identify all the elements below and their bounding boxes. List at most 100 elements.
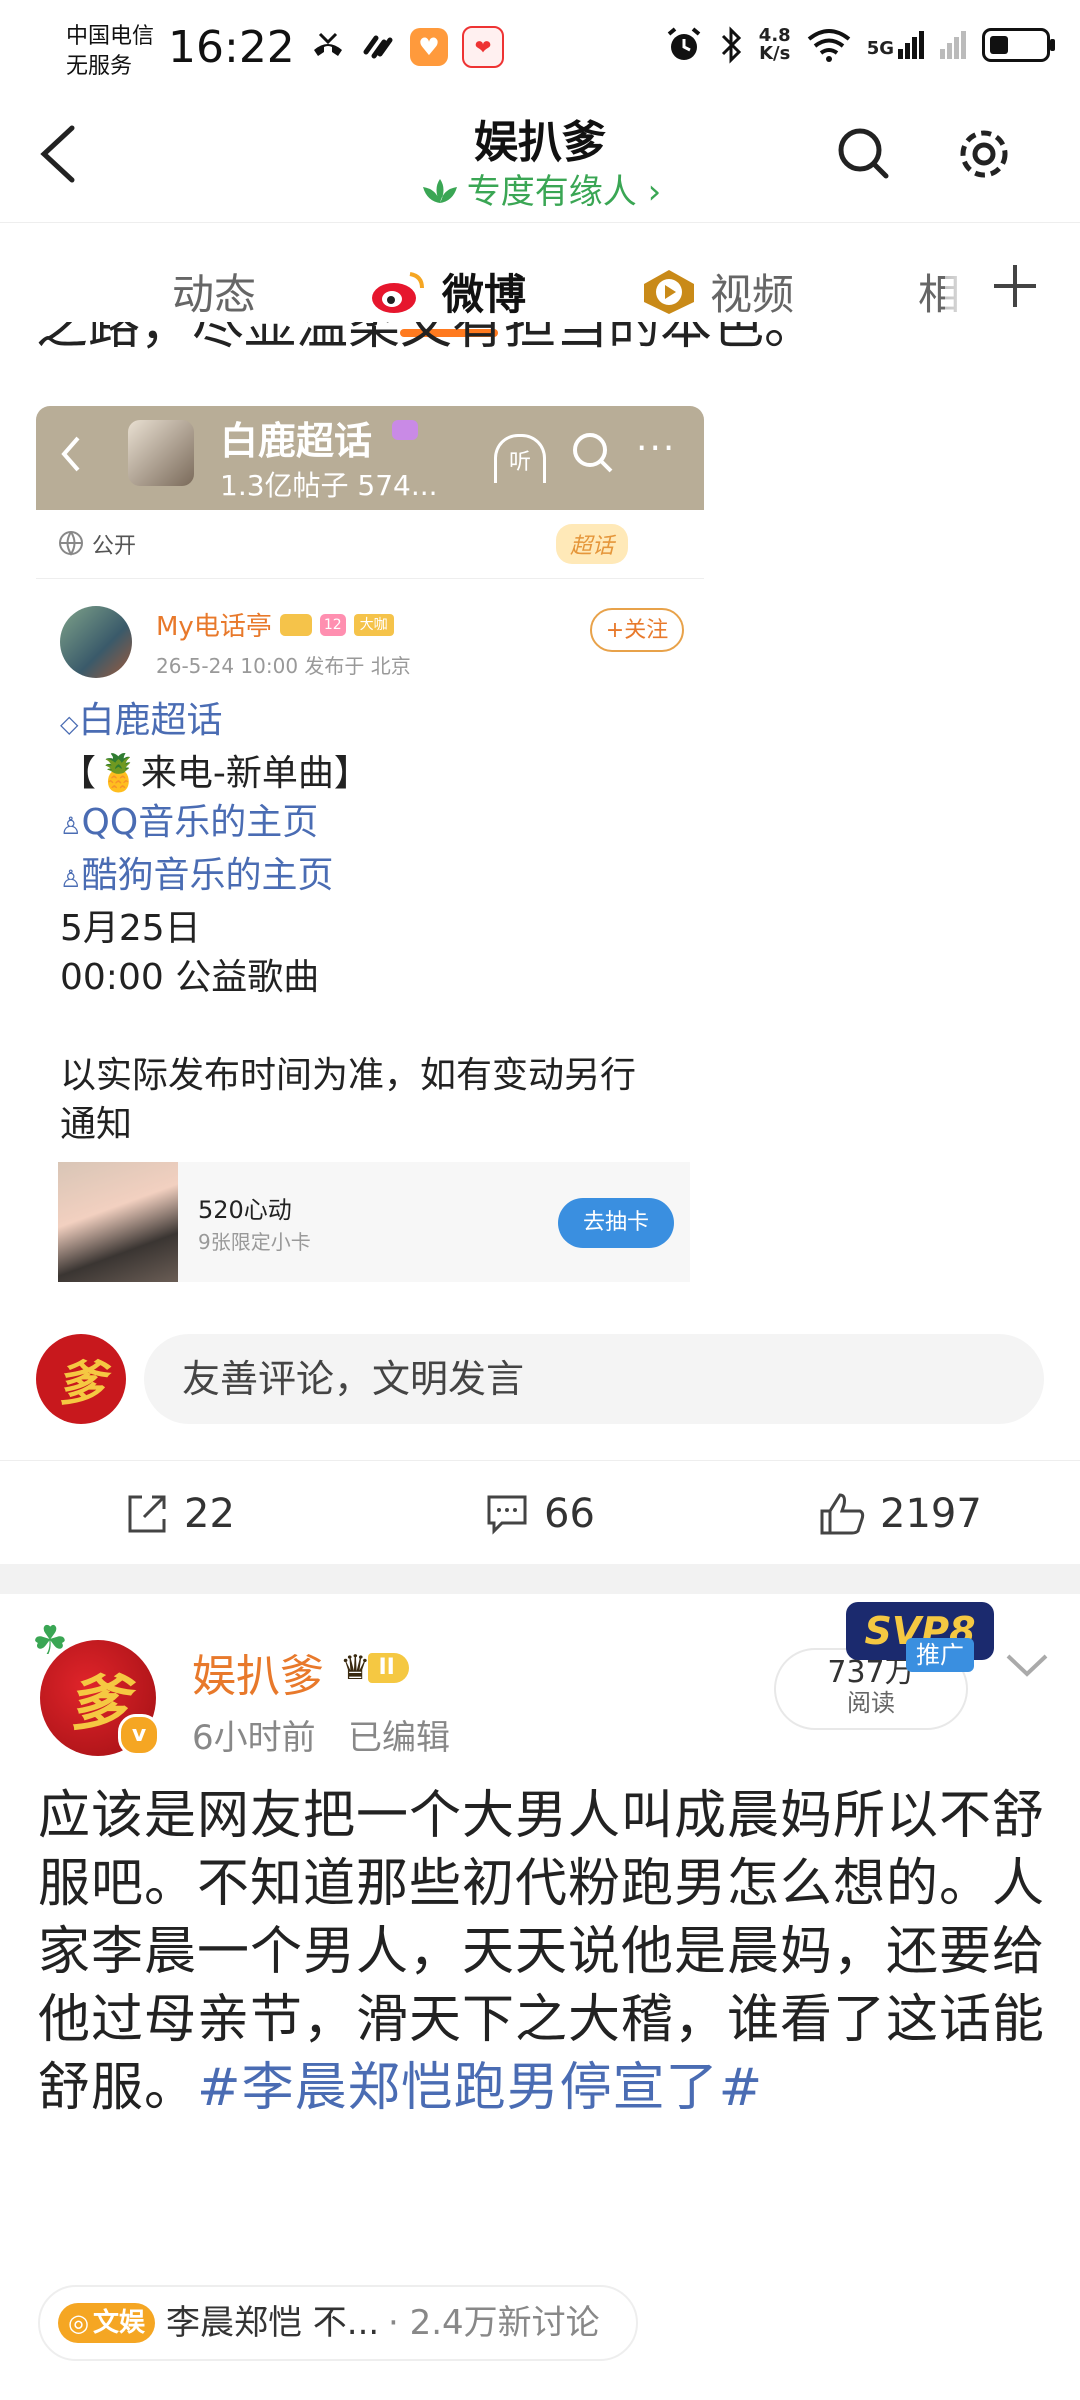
feed-separator bbox=[0, 1564, 1080, 1594]
my-avatar: 爹 bbox=[36, 1334, 126, 1424]
carrier-service: 无服务 bbox=[66, 54, 133, 79]
post-author-name[interactable]: 娱扒爹 bbox=[192, 1640, 324, 1704]
topic-tag-label: 文娱 bbox=[92, 2308, 145, 2338]
listen-label: 听 bbox=[508, 450, 531, 475]
comment-button[interactable]: 66 bbox=[484, 1491, 595, 1537]
lotus-icon bbox=[422, 179, 457, 203]
status-bar: 中国电信 无服务 16:22 ♥ ❤ 4.8 K/s 5G bbox=[0, 0, 1080, 100]
promo-tag: 推广 bbox=[906, 1638, 974, 1672]
notice-line1: 以实际发布时间为准，如有变动另行 bbox=[60, 1055, 637, 1096]
vip-badge: ♛ II bbox=[340, 1648, 409, 1688]
promo-title: 520心动 bbox=[198, 1196, 292, 1224]
promo-subtitle: 9张限定小卡 bbox=[198, 1230, 311, 1254]
supertopic-tag: 超话 bbox=[556, 524, 629, 564]
topic-tag: ◎ 文娱 bbox=[58, 2303, 155, 2343]
wifi-icon bbox=[807, 29, 850, 62]
supertopic-link: ◇白鹿超话 bbox=[60, 700, 223, 741]
video-icon bbox=[644, 269, 694, 314]
system-icons: 4.8 K/s 5G bbox=[665, 26, 1055, 64]
visibility-label: 公开 bbox=[92, 534, 137, 559]
search-icon[interactable] bbox=[836, 126, 892, 182]
page-title: 娱扒爹 bbox=[474, 117, 606, 168]
weibo-logo-icon bbox=[372, 271, 424, 313]
author-avatar bbox=[60, 606, 132, 678]
heart-app-icon: ♥ bbox=[410, 28, 448, 66]
embedded-text: ◇白鹿超话 【🍍来电-新单曲】 ♙QQ音乐的主页 ♙酷狗音乐的主页 5月25日 … bbox=[60, 696, 690, 1149]
promo-thumbnail bbox=[58, 1162, 178, 1282]
author-name: My电话亭 bbox=[156, 612, 272, 642]
net-speed-unit: K/s bbox=[759, 43, 791, 64]
repost-button[interactable]: 22 bbox=[124, 1491, 235, 1537]
tab-weibo[interactable]: 微博 bbox=[368, 261, 526, 322]
comment-input[interactable]: 友善评论，文明发言 bbox=[144, 1334, 1044, 1424]
big-v-badge: 大咖 bbox=[353, 613, 394, 636]
add-tab-icon[interactable] bbox=[990, 261, 1040, 311]
kugou-music-link: ♙酷狗音乐的主页 bbox=[60, 855, 334, 896]
post-time: 26-5-24 10:00 发布于 北京 bbox=[156, 654, 411, 678]
battery-icon bbox=[982, 28, 1055, 62]
notification-icons: ♥ ❤ bbox=[310, 26, 504, 68]
missed-call-icon bbox=[314, 32, 342, 56]
clover-icon: ☘ bbox=[32, 1618, 68, 1664]
card-search-icon bbox=[573, 433, 613, 473]
tab-video-label: 视频 bbox=[710, 270, 795, 319]
shopping-app-icon: ❤ bbox=[462, 26, 504, 68]
embedded-post: 公开 超话 My电话亭 12 大咖 26-5-24 10:00 发布于 北京 +… bbox=[36, 510, 704, 1282]
embedded-image[interactable]: 白鹿超话 1.3亿帖子 574... 听 ··· 公开 超话 My电话亭 12 … bbox=[36, 406, 704, 1282]
supertopic-header: 白鹿超话 1.3亿帖子 574... 听 ··· bbox=[36, 406, 704, 510]
read-label: 阅读 bbox=[847, 1689, 895, 1717]
subtitle-text: 专度有缘人 › bbox=[466, 172, 662, 212]
topic-search-icon: ◎ bbox=[68, 2309, 89, 2337]
topic-name: 李晨郑恺 不... bbox=[166, 2303, 380, 2343]
listen-icon: 听 bbox=[494, 434, 546, 483]
topic-count: · 2.4万新讨论 bbox=[388, 2303, 600, 2343]
clock: 16:22 bbox=[168, 22, 295, 73]
single-title: 【🍍来电-新单曲】 bbox=[60, 753, 370, 794]
my-avatar-char: 爹 bbox=[56, 1356, 105, 1412]
notice-line2: 通知 bbox=[60, 1104, 133, 1145]
edited-label: 已编辑 bbox=[348, 1718, 450, 1758]
signal-no-service bbox=[940, 31, 966, 59]
author-row: My电话亭 12 大咖 bbox=[156, 606, 394, 643]
release-date: 5月25日 bbox=[60, 908, 201, 949]
signal-5g: 5G bbox=[867, 31, 924, 59]
network-type: 5G bbox=[866, 38, 894, 59]
link-app-icon bbox=[363, 35, 393, 59]
thumbs-up-icon bbox=[820, 1493, 865, 1535]
tab-dynamic[interactable]: 动态 bbox=[172, 261, 256, 322]
share-icon bbox=[128, 1495, 166, 1533]
top-bar: 娱扒爹 专度有缘人 › bbox=[0, 100, 1080, 220]
card-back-icon bbox=[61, 436, 80, 472]
promo-card: 520心动 9张限定小卡 去抽卡 bbox=[58, 1162, 690, 1282]
chevron-down-icon[interactable] bbox=[1004, 1650, 1050, 1680]
comment-icon bbox=[487, 1495, 527, 1535]
globe-icon bbox=[59, 531, 83, 556]
previous-post-text: 之路，尽显温柔又有担当的本色。 bbox=[36, 322, 817, 356]
carrier-name: 中国电信 bbox=[66, 24, 155, 49]
tab-weibo-label: 微博 bbox=[442, 270, 527, 319]
user-subtitle-link[interactable]: 专度有缘人 › bbox=[0, 164, 1080, 213]
settings-icon[interactable] bbox=[956, 126, 1012, 182]
post-hashtag[interactable]: #李晨郑恺跑男停宣了# bbox=[197, 2058, 763, 2118]
topic-chip[interactable]: ◎ 文娱 李晨郑恺 不... · 2.4万新讨论 bbox=[38, 2285, 638, 2361]
like-button[interactable]: 2197 bbox=[818, 1491, 982, 1537]
like-count: 2197 bbox=[880, 1491, 982, 1537]
repost-count: 22 bbox=[184, 1491, 235, 1537]
verified-v-icon: v bbox=[118, 1714, 160, 1756]
vip-crown-icon: ♛ bbox=[340, 1648, 371, 1688]
cut-text-wrap: 之路，尽显温柔又有担当的本色。 bbox=[36, 322, 1076, 362]
supertopic-meta: 1.3亿帖子 574... bbox=[220, 469, 438, 502]
release-time: 00:00 公益歌曲 bbox=[60, 957, 320, 998]
visibility-row: 公开 超话 bbox=[36, 510, 704, 579]
supertopic-avatar bbox=[128, 420, 194, 486]
comment-count: 66 bbox=[544, 1491, 595, 1537]
post-body: 应该是网友把一个大男人叫成晨妈所以不舒服吧。不知道那些初代粉跑男怎么想的。人家李… bbox=[38, 1782, 1048, 2122]
bluetooth-icon bbox=[721, 26, 741, 64]
tab-video[interactable]: 视频 bbox=[640, 261, 794, 322]
net-speed: 4.8 K/s bbox=[759, 27, 791, 63]
supertopic-title: 白鹿超话 bbox=[220, 419, 373, 463]
draw-card-button: 去抽卡 bbox=[558, 1198, 674, 1248]
supertopic-badge-icon bbox=[392, 420, 418, 440]
post-time-main: 6小时前 bbox=[192, 1718, 316, 1758]
